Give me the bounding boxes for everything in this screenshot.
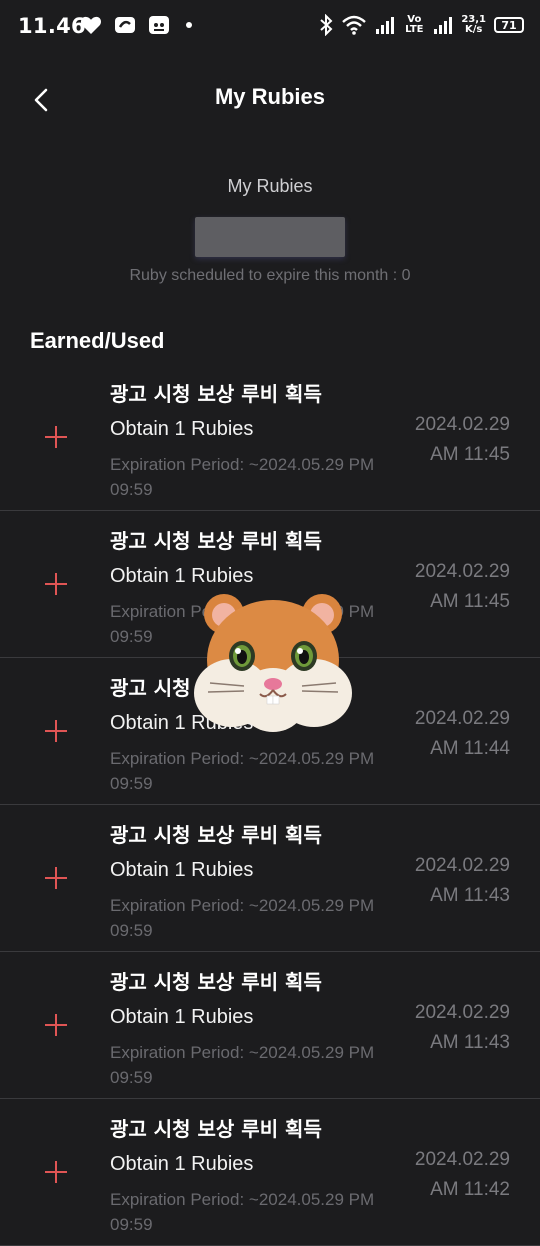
item-date: 2024.02.29 [414, 708, 510, 729]
game-app-icon [149, 16, 169, 34]
network-speed: 23,1 K/s [461, 15, 486, 35]
item-title: 광고 시청 보상 루비 획득 [110, 382, 322, 406]
network-type-label: Vo LTE [405, 14, 424, 35]
item-subtitle: Obtain 1 Rubies [110, 565, 254, 587]
ruby-balance-section: My Rubies Ruby scheduled to expire this … [0, 170, 540, 285]
item-date: 2024.02.29 [414, 855, 510, 876]
item-time: AM 11:45 [430, 444, 510, 465]
item-date: 2024.02.29 [414, 414, 510, 435]
item-subtitle: Obtain 1 Rubies [110, 1006, 254, 1028]
item-date: 2024.02.29 [414, 561, 510, 582]
item-title: 광고 시청 보상 루비 획득 [110, 529, 322, 553]
plus-icon [45, 573, 67, 595]
item-expiry: Expiration Period: ~2024.05.29 PM 09:59 [110, 1043, 375, 1087]
item-title: 광고 시청 보상 루비 획득 [110, 823, 322, 847]
battery-level: 71 [501, 18, 517, 32]
hamster-emoji-icon [194, 594, 352, 732]
item-datetime: 2024.02.29 AM 11:43 [415, 998, 510, 1058]
item-datetime: 2024.02.29 AM 11:45 [415, 410, 510, 470]
item-time: AM 11:44 [430, 738, 510, 759]
item-expiry: Expiration Period: ~2024.05.29 PM 09:59 [110, 455, 375, 499]
status-bar: 11.46 Vo LTE 23,1 K/s 71 [0, 0, 540, 56]
item-time: AM 11:45 [430, 591, 510, 612]
item-expiry: Expiration Period: ~2024.05.29 PM 09:59 [110, 896, 375, 940]
item-title: 광고 시청 보상 루비 획득 [110, 1117, 322, 1141]
item-datetime: 2024.02.29 AM 11:44 [415, 704, 510, 764]
notification-icons [80, 14, 196, 36]
more-notifications-dot-icon [186, 22, 192, 28]
item-subtitle: Obtain 1 Rubies [110, 859, 254, 881]
section-title: Earned/Used [30, 328, 165, 353]
item-subtitle: Obtain 1 Rubies [110, 1153, 254, 1175]
item-datetime: 2024.02.29 AM 11:45 [415, 557, 510, 617]
plus-icon [45, 867, 67, 889]
network-speed-unit: K/s [464, 24, 483, 35]
system-status-icons: Vo LTE 23,1 K/s 71 [319, 14, 524, 36]
history-item[interactable]: 광고 시청 보상 루비 획득 Obtain 1 Rubies Expiratio… [0, 805, 540, 952]
history-item[interactable]: 광고 시청 보상 루비 획득 Obtain 1 Rubies Expiratio… [0, 952, 540, 1099]
item-time: AM 11:43 [430, 1032, 510, 1053]
signal-strength-icon [376, 17, 395, 34]
expire-note: Ruby scheduled to expire this month : 0 [129, 267, 411, 284]
battery-indicator: 71 [494, 17, 524, 33]
item-expiry: Expiration Period: ~2024.05.29 PM 09:59 [110, 1190, 375, 1234]
item-expiry: Expiration Period: ~2024.05.29 PM 09:59 [110, 749, 375, 793]
item-time: AM 11:43 [430, 885, 510, 906]
signal-strength-2-icon [434, 17, 453, 34]
status-time: 11.46 [18, 14, 86, 38]
bluetooth-icon [320, 14, 333, 36]
game-controller-icon [115, 17, 135, 33]
plus-icon [45, 426, 67, 448]
balance-value-redacted [195, 217, 345, 257]
item-time: AM 11:42 [430, 1179, 510, 1200]
heart-icon [80, 16, 102, 34]
plus-icon [45, 720, 67, 742]
item-date: 2024.02.29 [414, 1002, 510, 1023]
plus-icon [45, 1161, 67, 1183]
plus-icon [45, 1014, 67, 1036]
history-list: 광고 시청 보상 루비 획득 Obtain 1 Rubies Expiratio… [0, 364, 540, 1246]
history-item[interactable]: 광고 시청 보상 루비 획득 Obtain 1 Rubies Expiratio… [0, 1099, 540, 1246]
item-date: 2024.02.29 [414, 1149, 510, 1170]
page-title: My Rubies [214, 84, 326, 109]
history-item[interactable]: 광고 시청 보상 루비 획득 Obtain 1 Rubies Expiratio… [0, 364, 540, 511]
item-datetime: 2024.02.29 AM 11:42 [415, 1145, 510, 1205]
item-subtitle: Obtain 1 Rubies [110, 418, 254, 440]
item-datetime: 2024.02.29 AM 11:43 [415, 851, 510, 911]
app-header: My Rubies [0, 70, 540, 126]
item-title: 광고 시청 보상 루비 획득 [110, 970, 322, 994]
wifi-icon [342, 15, 367, 35]
balance-label: My Rubies [227, 176, 313, 196]
